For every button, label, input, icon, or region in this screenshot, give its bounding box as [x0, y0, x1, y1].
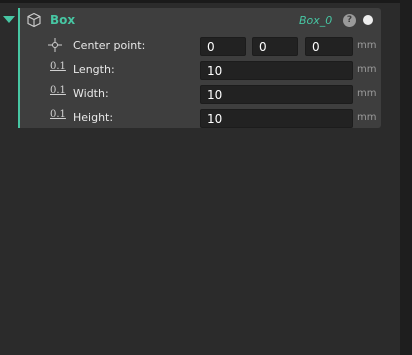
box-properties-panel: Box Box_0 ? Center point: 0 0 0 mm 0.1 L… [18, 8, 381, 128]
object-name-label[interactable]: Box_0 [299, 14, 332, 27]
panel-header: Box Box_0 ? [20, 8, 381, 34]
center-point-label: Center point: [73, 39, 146, 52]
scrollbar-rail[interactable] [400, 0, 412, 355]
length-row: 0.1 Length: 10 mm [20, 58, 381, 82]
numeric-icon: 0.1 [50, 85, 66, 96]
numeric-icon: 0.1 [50, 61, 66, 72]
width-row: 0.1 Width: 10 mm [20, 82, 381, 106]
width-label: Width: [73, 87, 109, 100]
box-icon [26, 12, 42, 28]
center-point-row: Center point: 0 0 0 mm [20, 34, 381, 58]
panel-title: Box [50, 13, 76, 27]
width-unit-label: mm [357, 88, 377, 99]
status-dot[interactable] [363, 15, 373, 25]
top-strip [0, 0, 412, 3]
center-z-input[interactable]: 0 [305, 37, 353, 56]
numeric-icon: 0.1 [50, 109, 66, 120]
height-input[interactable]: 10 [200, 109, 353, 128]
height-unit-label: mm [357, 112, 377, 123]
center-y-input[interactable]: 0 [252, 37, 298, 56]
center-x-input[interactable]: 0 [200, 37, 246, 56]
width-input[interactable]: 10 [200, 85, 353, 104]
height-row: 0.1 Height: 10 mm [20, 106, 381, 130]
center-unit-label: mm [357, 40, 377, 51]
length-unit-label: mm [357, 64, 377, 75]
length-label: Length: [73, 63, 115, 76]
help-icon[interactable]: ? [343, 14, 356, 27]
collapse-triangle-icon[interactable] [3, 16, 15, 23]
length-input[interactable]: 10 [200, 61, 353, 80]
height-label: Height: [73, 111, 114, 124]
crosshair-icon [46, 37, 64, 53]
